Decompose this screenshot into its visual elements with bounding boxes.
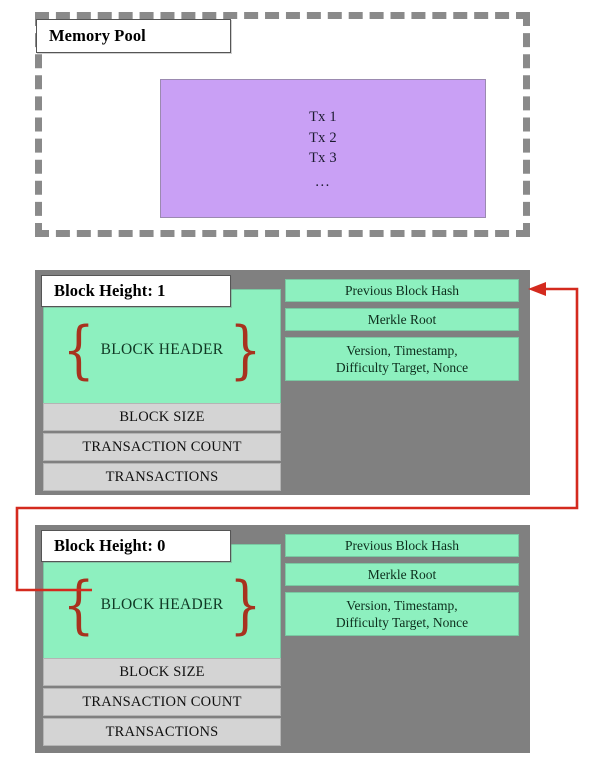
block-0-header-label: BLOCK HEADER xyxy=(100,595,224,613)
block-1-block-size: BLOCK SIZE xyxy=(43,403,281,431)
block-1-previous-block-hash: Previous Block Hash xyxy=(285,279,519,302)
block-1-version-line-2: Difficulty Target, Nonce xyxy=(335,360,469,375)
block-0-version-fields: Version, Timestamp, Difficulty Target, N… xyxy=(285,592,519,636)
block-0-version-line-1: Version, Timestamp, xyxy=(346,597,458,613)
block-0-title: Block Height: 0 xyxy=(41,530,231,562)
brace-right-icon: } xyxy=(229,313,262,386)
block-0-previous-block-hash: Previous Block Hash xyxy=(285,534,519,557)
mempool-tx-item: Tx 2 xyxy=(309,129,337,146)
block-1-version-line-1: Version, Timestamp, xyxy=(346,342,458,358)
brace-left-icon: { xyxy=(62,313,95,386)
mempool-tx-item: Tx 3 xyxy=(309,150,337,167)
block-1-transactions: TRANSACTIONS xyxy=(43,463,281,491)
brace-right-icon: } xyxy=(229,568,262,641)
block-0-transaction-count: TRANSACTION COUNT xyxy=(43,688,281,716)
block-0-block-size: BLOCK SIZE xyxy=(43,658,281,686)
block-0-transactions: TRANSACTIONS xyxy=(43,718,281,746)
block-0-merkle-root: Merkle Root xyxy=(285,563,519,586)
block-1-header-label: BLOCK HEADER xyxy=(100,340,224,358)
block-1-transaction-count: TRANSACTION COUNT xyxy=(43,433,281,461)
mempool-tx-ellipsis: ... xyxy=(315,173,331,190)
block-1-version-fields: Version, Timestamp, Difficulty Target, N… xyxy=(285,337,519,381)
block-0-version-line-2: Difficulty Target, Nonce xyxy=(335,615,469,630)
brace-left-icon: { xyxy=(62,568,95,641)
mempool-tx-item: Tx 1 xyxy=(309,109,337,125)
block-1-title: Block Height: 1 xyxy=(41,275,231,307)
memory-pool-title: Memory Pool xyxy=(36,19,231,53)
block-1-merkle-root: Merkle Root xyxy=(285,308,519,331)
memory-pool-transactions-box: Tx 1 Tx 2 Tx 3 ... xyxy=(160,79,486,218)
